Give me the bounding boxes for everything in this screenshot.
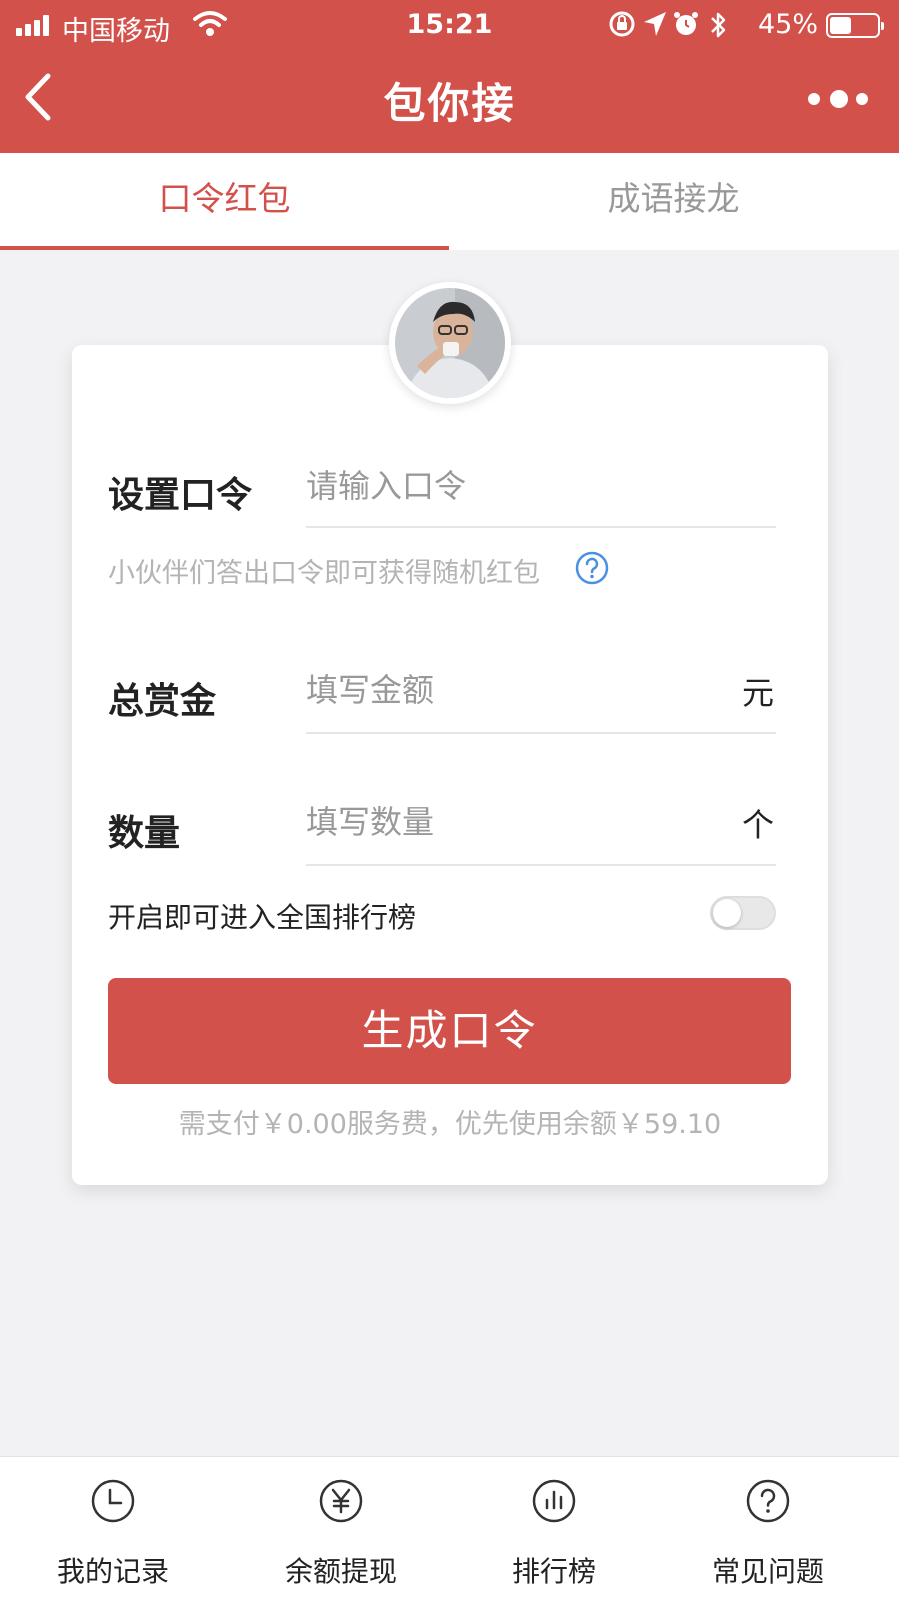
nav-label: 排行榜 — [511, 1555, 596, 1588]
password-label: 设置口令 — [108, 475, 253, 516]
nav-my-records[interactable]: 我的记录 — [28, 1457, 198, 1600]
top-bar: 中国移动 15:21 45% 包你接 — [0, 0, 899, 153]
toggle-knob — [713, 899, 741, 927]
password-input[interactable] — [306, 456, 774, 516]
tab-active-indicator — [0, 246, 449, 250]
nav-label: 我的记录 — [56, 1555, 169, 1588]
battery-fill — [830, 17, 851, 34]
ranking-toggle-label: 开启即可进入全国排行榜 — [108, 901, 417, 934]
tab-idiom-chain[interactable]: 成语接龙 — [449, 153, 898, 250]
bar-chart-icon — [532, 1479, 576, 1523]
generate-password-button[interactable]: 生成口令 — [108, 978, 791, 1084]
password-underline — [306, 526, 776, 528]
status-icons — [608, 10, 738, 40]
avatar-image — [395, 288, 505, 398]
orientation-lock-icon — [609, 11, 635, 37]
clock-icon — [91, 1479, 135, 1523]
total-reward-unit: 元 — [742, 674, 775, 712]
quantity-input[interactable] — [306, 792, 726, 852]
nav-label: 余额提现 — [284, 1555, 397, 1588]
app-screen: 中国移动 15:21 45% 包你接 口令红包 成语接龙 设置口令 请输入口令 … — [0, 0, 899, 1600]
yuan-icon — [319, 1479, 363, 1523]
total-reward-input[interactable] — [306, 660, 726, 720]
bluetooth-icon — [711, 12, 726, 38]
fee-note: 需支付￥0.00服务费，优先使用余额￥59.10 — [178, 1109, 722, 1140]
tab-bar: 口令红包 成语接龙 — [0, 153, 899, 250]
ranking-toggle[interactable] — [710, 896, 776, 930]
password-hint: 小伙伴们答出口令即可获得随机红包 — [108, 558, 540, 589]
page-title: 包你接 — [383, 79, 516, 128]
nav-leaderboard[interactable]: 排行榜 — [469, 1457, 639, 1600]
more-button[interactable] — [808, 86, 872, 114]
avatar — [389, 282, 511, 404]
location-arrow-icon — [644, 12, 666, 36]
nav-label: 常见问题 — [711, 1555, 824, 1588]
question-icon — [746, 1479, 790, 1523]
alarm-icon — [674, 12, 698, 35]
total-reward-underline — [306, 732, 776, 734]
battery-icon — [826, 13, 884, 38]
help-icon[interactable] — [574, 550, 610, 586]
bottom-nav: 我的记录 余额提现 排行榜 常见问题 — [0, 1456, 899, 1600]
battery-percent: 45% — [758, 9, 819, 40]
nav-balance-withdraw[interactable]: 余额提现 — [256, 1457, 426, 1600]
quantity-underline — [306, 864, 776, 866]
quantity-label: 数量 — [108, 813, 181, 854]
total-reward-label: 总赏金 — [108, 681, 217, 722]
quantity-unit: 个 — [742, 806, 775, 844]
nav-faq[interactable]: 常见问题 — [683, 1457, 853, 1600]
status-bar: 中国移动 15:21 45% — [0, 0, 899, 50]
tab-password-redpacket[interactable]: 口令红包 — [0, 153, 449, 250]
